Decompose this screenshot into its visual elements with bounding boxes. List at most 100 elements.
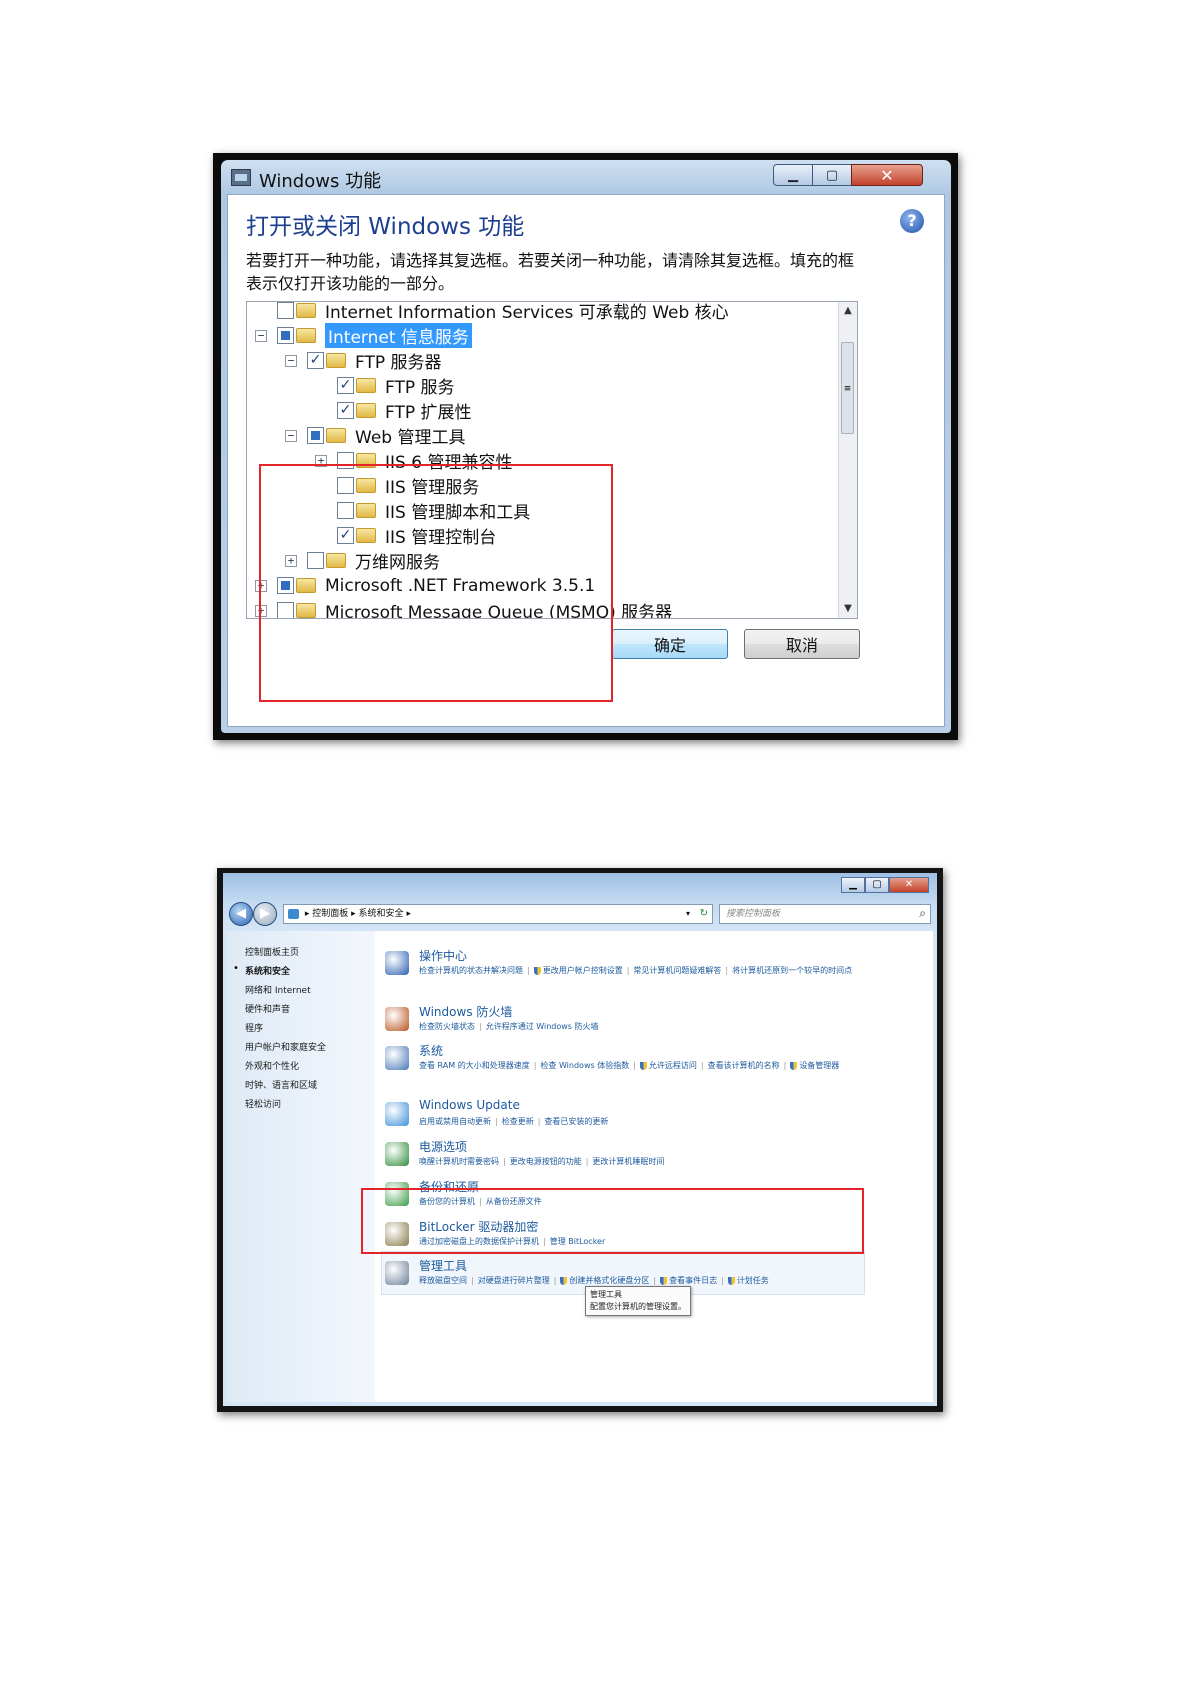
address-bar[interactable]: ▸ 控制面板 ▸ 系统和安全 ▸ ▾ ↻ [283, 904, 713, 924]
sidebar-item[interactable]: 用户帐户和家庭安全 [245, 1040, 326, 1053]
category-link[interactable]: 查看事件日志 [669, 1276, 717, 1285]
close-button[interactable]: ✕ [851, 164, 923, 186]
scroll-up-icon[interactable]: ▲ [839, 302, 857, 320]
category-title[interactable]: 电源选项 [419, 1138, 467, 1155]
forward-button[interactable]: ▶ [253, 902, 277, 926]
category-link[interactable]: 检查更新 [502, 1117, 534, 1126]
link-separator: | [527, 966, 530, 975]
folder-icon [326, 428, 346, 443]
sidebar-item[interactable]: 网络和 Internet [245, 983, 311, 996]
category-link[interactable]: 启用或禁用自动更新 [419, 1117, 491, 1126]
dialog-description: 若要打开一种功能，请选择其复选框。若要关闭一种功能，请清除其复选框。填充的框表示… [246, 251, 855, 293]
category-link[interactable]: 唤醒计算机时需要密码 [419, 1157, 499, 1166]
category-link[interactable]: 检查防火墙状态 [419, 1022, 475, 1031]
category-links: 启用或禁用自动更新 | 检查更新 | 查看已安装的更新 [419, 1115, 889, 1128]
category-link[interactable]: 常见计算机问题疑难解答 [633, 966, 721, 975]
chevron-down-icon[interactable]: ▾ [686, 905, 690, 923]
sidebar-item[interactable]: 外观和个性化 [245, 1059, 299, 1072]
firewall-icon[interactable] [385, 1007, 409, 1031]
category-link[interactable]: 计划任务 [737, 1276, 769, 1285]
flag-icon[interactable] [385, 951, 409, 975]
scroll-thumb[interactable]: ≡ [841, 342, 854, 434]
tree-item-label: Internet 信息服务 [325, 323, 472, 348]
minimize-button[interactable]: ▁ [773, 164, 813, 186]
scroll-down-icon[interactable]: ▼ [839, 600, 857, 618]
feature-checkbox[interactable]: ✓ [337, 402, 354, 419]
sidebar-item[interactable]: 控制面板主页 [245, 945, 299, 958]
sidebar-item[interactable]: 轻松访问 [245, 1097, 281, 1110]
collapse-icon[interactable]: − [285, 354, 297, 367]
maximize-button[interactable]: ▢ [812, 164, 852, 186]
windows-update-icon[interactable] [385, 1102, 409, 1126]
uac-shield-icon [790, 1061, 798, 1070]
category-links: 检查防火墙状态 | 允许程序通过 Windows 防火墙 [419, 1020, 889, 1033]
breadcrumb-system-security[interactable]: 系统和安全 [359, 909, 404, 919]
category-link[interactable]: 更改用户帐户控制设置 [543, 966, 623, 975]
feature-checkbox[interactable]: ✓ [337, 377, 354, 394]
search-input[interactable]: 搜索控制面板 ⌕ [719, 904, 931, 924]
category-link[interactable]: 允许程序通过 Windows 防火墙 [486, 1022, 599, 1031]
collapse-icon[interactable]: − [255, 329, 267, 342]
tree-item[interactable]: Internet Information Services 可承载的 Web 核… [255, 302, 729, 323]
red-highlight-box [361, 1188, 864, 1254]
system-icon[interactable] [385, 1046, 409, 1070]
folder-icon [296, 328, 316, 343]
power-icon[interactable] [385, 1142, 409, 1166]
minimize-button[interactable]: ▁ [841, 877, 865, 893]
category-link[interactable]: 查看 RAM 的大小和处理器速度 [419, 1061, 530, 1070]
folder-icon [356, 403, 376, 418]
category-title[interactable]: 系统 [419, 1042, 443, 1059]
collapse-icon[interactable]: − [285, 429, 297, 442]
category-link[interactable]: 查看该计算机的名称 [708, 1061, 780, 1070]
category-links: 检查计算机的状态并解决问题 | 更改用户帐户控制设置 | 常见计算机问题疑难解答 | 将计算… [419, 964, 889, 977]
expander-placeholder [255, 305, 267, 317]
feature-checkbox[interactable] [277, 302, 294, 319]
cancel-button[interactable]: 取消 [744, 629, 860, 659]
folder-icon [326, 353, 346, 368]
tree-item[interactable]: ✓ FTP 扩展性 [315, 398, 472, 423]
uac-shield-icon [639, 1061, 647, 1070]
ok-button[interactable]: 确定 [612, 629, 728, 659]
tree-item[interactable]: − ✓ FTP 服务器 [285, 348, 442, 373]
category-link[interactable]: 更改计算机睡眠时间 [592, 1157, 664, 1166]
category-link[interactable]: 对硬盘进行碎片整理 [478, 1276, 550, 1285]
admin-tools-icon[interactable] [385, 1261, 409, 1285]
category-link[interactable]: 查看已安装的更新 [544, 1117, 608, 1126]
category-title[interactable]: 管理工具 [419, 1257, 467, 1274]
uac-shield-icon [560, 1276, 568, 1285]
tree-item-label: FTP 服务 [385, 378, 455, 398]
category-link[interactable]: 更改电源按钮的功能 [510, 1157, 582, 1166]
category-link[interactable]: 检查 Windows 体验指数 [540, 1061, 629, 1070]
category-link[interactable]: 设备管理器 [799, 1061, 839, 1070]
category-title[interactable]: Windows 防火墙 [419, 1003, 512, 1020]
expander-placeholder [315, 405, 327, 417]
tree-item[interactable]: − Web 管理工具 [285, 423, 465, 448]
tooltip: 管理工具 配置您计算机的管理设置。 [585, 1286, 691, 1316]
category-title[interactable]: Windows Update [419, 1098, 520, 1112]
breadcrumb-control-panel[interactable]: 控制面板 [312, 909, 348, 919]
category-title[interactable]: 操作中心 [419, 947, 467, 964]
category-link[interactable]: 释放磁盘空间 [419, 1276, 467, 1285]
tree-item[interactable]: ✓ FTP 服务 [315, 373, 455, 398]
sidebar-item[interactable]: 程序 [245, 1021, 263, 1034]
feature-checkbox[interactable] [307, 427, 324, 444]
category-link[interactable]: 检查计算机的状态并解决问题 [419, 966, 523, 975]
help-icon[interactable]: ? [900, 209, 924, 233]
category-link[interactable]: 允许远程访问 [649, 1061, 697, 1070]
category-link[interactable]: 将计算机还原到一个较早的时间点 [732, 966, 852, 975]
feature-checkbox[interactable]: ✓ [307, 352, 324, 369]
category-link[interactable]: 创建并格式化硬盘分区 [569, 1276, 649, 1285]
category-links: 查看 RAM 的大小和处理器速度 | 检查 Windows 体验指数 | 允许远程访问 |… [419, 1059, 889, 1072]
window-title: Windows 功能 [259, 171, 382, 192]
close-button[interactable]: ✕ [889, 877, 929, 893]
sidebar-item[interactable]: 时钟、语言和区域 [245, 1078, 317, 1091]
maximize-button[interactable]: ▢ [865, 877, 889, 893]
tree-item[interactable]: − Internet 信息服务 [255, 323, 472, 348]
sidebar-item[interactable]: 系统和安全 [245, 964, 290, 977]
tree-scrollbar[interactable]: ▲ ≡ ▼ [838, 302, 857, 618]
sidebar-item[interactable]: 硬件和声音 [245, 1002, 290, 1015]
feature-checkbox[interactable] [277, 327, 294, 344]
search-icon[interactable]: ⌕ [919, 904, 926, 922]
back-button[interactable]: ◀ [229, 902, 253, 926]
refresh-icon[interactable]: ↻ [700, 905, 708, 923]
